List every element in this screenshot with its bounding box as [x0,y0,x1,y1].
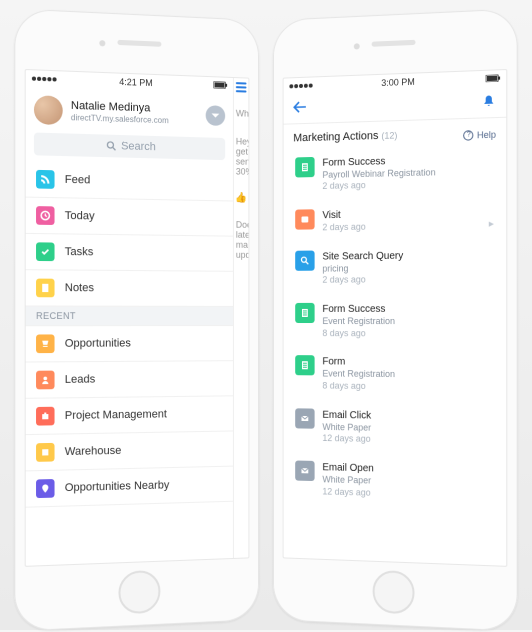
signal-dots-icon [32,76,57,81]
avatar [34,95,63,125]
menu-item-opportunities-nearby[interactable]: Opportunities Nearby [26,467,233,508]
phone-speaker [371,40,415,47]
feed-icon [36,170,55,189]
action-item[interactable]: Email OpenWhite Paper12 days ago [287,452,502,511]
menu-label: Notes [65,282,94,294]
tasks-icon [36,242,55,261]
form-icon [295,156,314,177]
menu-item-project-management[interactable]: Project Management [26,396,233,435]
action-item[interactable]: FormEvent Registration8 days ago [287,347,502,402]
section-title: Marketing Actions [293,130,378,145]
actions-list: Form SuccessPayroll Webinar Registration… [284,143,507,511]
menu-item-leads[interactable]: Leads [26,361,233,399]
help-icon: ? [464,130,474,141]
search-placeholder: Search [121,140,156,153]
action-item[interactable]: Form SuccessEvent Registration8 days ago [287,294,502,348]
screen-right: 3:00 PM Marketing Actions (12) ? Help Fo… [283,69,508,567]
mail-icon [295,461,314,482]
battery-icon [486,73,500,84]
menu-label: Project Management [65,408,167,422]
menu-item-notes[interactable]: Notes [26,270,233,307]
feed-peek: Wha Heyget sen30% 👍 Doelate maupd [233,78,248,558]
action-item[interactable]: Email ClickWhite Paper12 days ago [287,400,502,457]
home-button[interactable] [372,570,414,615]
phone-left: 4:21 PM Natalie Medinya directTV.my.sale… [14,8,259,631]
phone-camera [99,40,105,46]
action-item[interactable]: Visit2 days ago▸ [287,198,502,243]
nearby-icon [36,479,55,498]
mail-icon [295,408,314,428]
action-item[interactable]: Form SuccessPayroll Webinar Registration… [287,143,502,201]
home-button[interactable] [118,570,160,615]
phone-camera [353,43,359,49]
menu-label: Leads [65,373,95,386]
signal-dots-icon [289,84,312,89]
opportunities-icon [36,334,55,353]
menu-label: Opportunities Nearby [65,479,169,494]
search-input[interactable]: Search [34,133,225,161]
hamburger-icon[interactable] [236,82,247,92]
menu-label: Warehouse [65,445,122,458]
form-icon [295,303,314,323]
action-item[interactable]: Site Search Querypricing2 days ago [287,240,502,295]
today-icon [36,206,55,225]
screen-left: 4:21 PM Natalie Medinya directTV.my.sale… [25,69,250,567]
notifications-icon[interactable] [482,93,496,111]
like-icon[interactable]: 👍 [235,193,247,204]
peek-card: Doelate maupd [234,218,249,262]
status-time: 3:00 PM [381,77,415,88]
menu-label: Feed [65,174,91,187]
notes-icon [36,279,55,298]
menu-item-tasks[interactable]: Tasks [26,234,233,272]
chevron-down-icon[interactable] [206,105,225,126]
menu-label: Opportunities [65,337,131,350]
status-time: 4:21 PM [119,77,153,88]
menu-item-feed[interactable]: Feed [26,161,233,201]
search-icon [106,141,116,152]
menu-label: Today [65,210,95,223]
menu-label: Tasks [65,246,94,259]
user-header[interactable]: Natalie Medinya directTV.my.salesforce.c… [26,87,233,139]
warehouse-icon [36,443,55,462]
menu-item-warehouse[interactable]: Warehouse [26,431,233,471]
menu-item-opportunities[interactable]: Opportunities [26,326,233,362]
search-action-icon [295,250,314,270]
back-arrow-icon[interactable] [293,101,307,117]
peek-card: Heyget sen30% [234,134,249,179]
main-menu: Feed Today Tasks Notes RECENT Opportunit… [26,161,233,507]
visit-icon [295,209,314,229]
project-icon [36,407,55,426]
peek-heading: Wha [234,106,249,121]
battery-icon [213,80,227,91]
leads-icon [36,371,55,390]
section-count: (12) [381,130,397,141]
menu-item-today[interactable]: Today [26,198,233,237]
form-icon [295,355,314,375]
section-recent: RECENT [26,307,233,327]
user-info: Natalie Medinya directTV.my.salesforce.c… [71,99,198,126]
chevron-right-icon: ▸ [489,219,494,230]
phone-right: 3:00 PM Marketing Actions (12) ? Help Fo… [273,8,518,631]
sidebar-panel: 4:21 PM Natalie Medinya directTV.my.sale… [26,70,233,566]
phone-speaker [117,40,161,47]
help-link[interactable]: ? Help [464,129,496,140]
